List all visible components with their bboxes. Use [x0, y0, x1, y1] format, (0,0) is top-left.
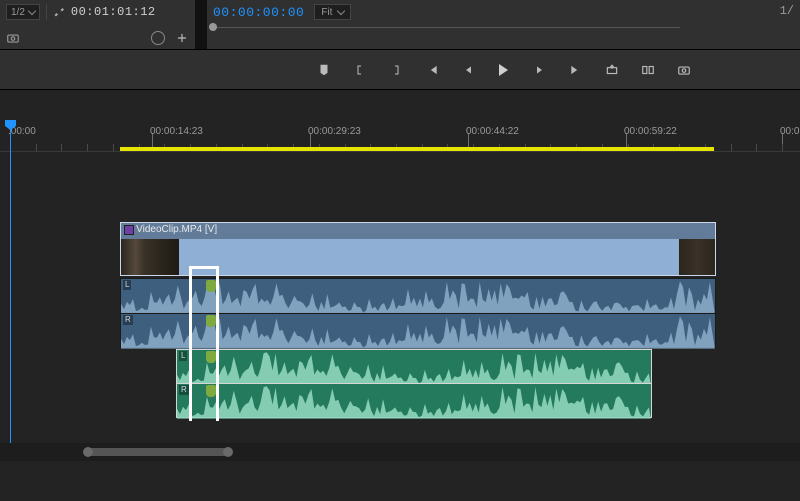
mark-out-button[interactable]: [389, 63, 403, 77]
add-marker-button[interactable]: [317, 63, 331, 77]
audio-clip-a2-left[interactable]: L: [176, 349, 652, 384]
source-monitor-controls: 1/2 00:01:01:12: [0, 0, 195, 49]
safe-margins-icon[interactable]: [151, 31, 165, 45]
source-timecode: 00:01:01:12: [71, 5, 156, 19]
timeline-panel: :00:0000:00:14:2300:00:29:2300:00:44:220…: [0, 90, 800, 461]
ruler-timecode: 00:00:14:23: [150, 126, 203, 137]
sync-highlight-box: [189, 266, 219, 421]
program-monitor-controls: 00:00:00:00 Fit 1/: [207, 0, 800, 49]
program-scrubber[interactable]: [213, 24, 680, 30]
extract-button[interactable]: [641, 63, 655, 77]
ruler-timecode: 00:00:44:22: [466, 126, 519, 137]
timeline-horizontal-scrollbar[interactable]: [0, 443, 800, 461]
program-zoom-select[interactable]: Fit: [314, 4, 351, 20]
work-area-bar[interactable]: [120, 147, 714, 151]
source-zoom-value: 1/2: [11, 7, 25, 18]
go-to-in-button[interactable]: [425, 63, 439, 77]
timeline-playhead[interactable]: [10, 126, 11, 443]
plus-icon[interactable]: [175, 31, 189, 45]
source-zoom-select[interactable]: 1/2: [6, 4, 40, 20]
program-transport-bar: [0, 50, 800, 90]
fx-badge-icon: [124, 225, 134, 235]
clip-thumbnail-end: [679, 239, 715, 275]
step-back-button[interactable]: [461, 63, 475, 77]
program-zoom-value: Fit: [321, 7, 332, 18]
program-timecode[interactable]: 00:00:00:00: [213, 5, 304, 20]
video-clip-title: VideoClip.MP4 [V]: [136, 224, 217, 235]
play-button[interactable]: [497, 63, 511, 77]
waveform-icon: [177, 350, 651, 385]
panel-divider[interactable]: [195, 0, 207, 49]
clip-thumbnail: [121, 239, 179, 275]
scrollbar-thumb[interactable]: [88, 448, 228, 456]
timeline-tracks: VideoClip.MP4 [V] L R L R: [0, 154, 800, 421]
program-duration: 1/: [780, 4, 794, 18]
chevron-down-icon: [28, 6, 36, 14]
camera-icon[interactable]: [6, 31, 20, 45]
ruler-timecode: 00:00:59:22: [624, 126, 677, 137]
scrubber-playhead-icon[interactable]: [209, 23, 217, 31]
timeline-ruler[interactable]: :00:0000:00:14:2300:00:29:2300:00:44:220…: [0, 126, 800, 152]
audio-clip-a2-right[interactable]: R: [176, 383, 652, 418]
ruler-timecode: 00:00:29:23: [308, 126, 361, 137]
lift-button[interactable]: [605, 63, 619, 77]
go-to-out-button[interactable]: [569, 63, 583, 77]
mark-in-button[interactable]: [353, 63, 367, 77]
divider: [46, 4, 47, 20]
wrench-icon[interactable]: [53, 6, 65, 18]
chevron-down-icon: [337, 6, 345, 14]
step-forward-button[interactable]: [533, 63, 547, 77]
export-frame-button[interactable]: [677, 63, 691, 77]
ruler-timecode: 00:01:14:22: [780, 126, 800, 137]
waveform-icon: [177, 384, 651, 419]
